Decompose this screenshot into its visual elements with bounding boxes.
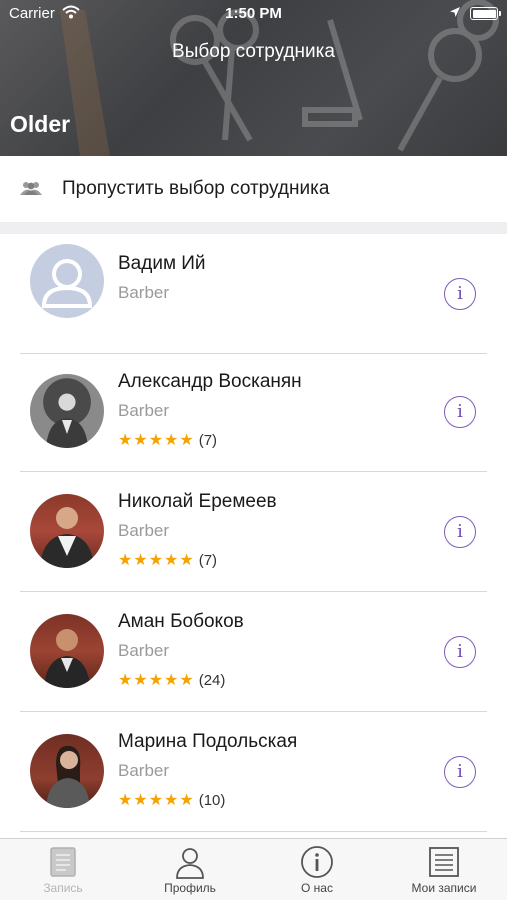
book-icon [50,847,76,877]
staff-name: Александр Восканян [118,371,302,392]
staff-name: Вадим Ий [118,253,206,274]
staff-role: Barber [118,401,170,420]
avatar-photo [30,734,104,808]
tab-label: О нас [301,881,333,895]
staff-role: Barber [118,283,170,302]
stars-icon: ★★★★★ [118,552,195,569]
tab-label: Запись [43,881,83,895]
tab-my-bookings[interactable]: Мои записи [381,839,507,900]
status-time: 1:50 PM [225,5,282,22]
stars-icon: ★★★★★ [118,792,195,809]
review-count: (10) [198,792,226,809]
staff-role: Barber [118,761,170,780]
staff-name: Николай Еремеев [118,491,277,512]
staff-name: Аман Бобоков [118,611,244,632]
stars-icon: ★★★★★ [118,672,195,689]
staff-role: Barber [118,641,170,660]
people-icon [20,182,42,195]
tab-bar: Запись Профиль О нас Мои записи [0,838,507,900]
staff-item-podolskaya[interactable]: Марина Подольская Barber ★★★★★ (10) i [0,712,507,832]
tab-label: Профиль [164,881,216,895]
tab-label: Мои записи [411,881,477,895]
branch-title: Older [10,111,71,137]
row-divider [20,830,487,832]
info-button[interactable]: i [444,756,476,788]
tab-booking[interactable]: Запись [0,839,126,900]
staff-list[interactable]: Вадим Ий Barber i Александр Восканян Bar… [0,234,507,838]
staff-rating: ★★★★★ (10) [118,790,225,810]
staff-rating: ★★★★★ (24) [118,670,225,690]
info-button[interactable]: i [444,278,476,310]
staff-rating: ★★★★★ (7) [118,430,217,450]
info-icon [301,846,333,878]
location-arrow-icon [450,7,460,17]
skip-staff-selection-row[interactable]: Пропустить выбор сотрудника [0,156,507,222]
staff-rating: ★★★★★ (7) [118,550,217,570]
staff-name: Марина Подольская [118,731,298,752]
info-button[interactable]: i [444,636,476,668]
staff-item-eremeev[interactable]: Николай Еремеев Barber ★★★★★ (7) i [0,472,507,592]
person-icon [176,848,204,879]
review-count: (7) [198,432,218,449]
battery-icon [470,7,501,20]
section-separator [0,222,507,234]
skip-label: Пропустить выбор сотрудника [62,178,330,199]
staff-item-voskanyan[interactable]: Александр Восканян Barber ★★★★★ (7) i [0,352,507,472]
avatar-placeholder [30,244,104,318]
status-bar: Carrier 1:50 PM [0,0,507,28]
review-count: (24) [198,672,226,689]
stars-icon: ★★★★★ [118,432,195,449]
tab-about[interactable]: О нас [254,839,380,900]
avatar-photo [30,494,104,568]
tab-profile[interactable]: Профиль [127,839,253,900]
staff-item-bobokov[interactable]: Аман Бобоков Barber ★★★★★ (24) i [0,592,507,712]
staff-item-vadim[interactable]: Вадим Ий Barber i [0,234,507,354]
info-button[interactable]: i [444,396,476,428]
avatar-photo [30,614,104,688]
person-placeholder-icon [41,259,93,308]
header-banner: Carrier 1:50 PM Выбор сотрудника Older [0,0,507,156]
info-button[interactable]: i [444,516,476,548]
avatar-photo [30,374,104,448]
staff-role: Barber [118,521,170,540]
nav-title: Выбор сотрудника [172,41,335,62]
review-count: (7) [198,552,218,569]
list-icon [429,847,459,877]
